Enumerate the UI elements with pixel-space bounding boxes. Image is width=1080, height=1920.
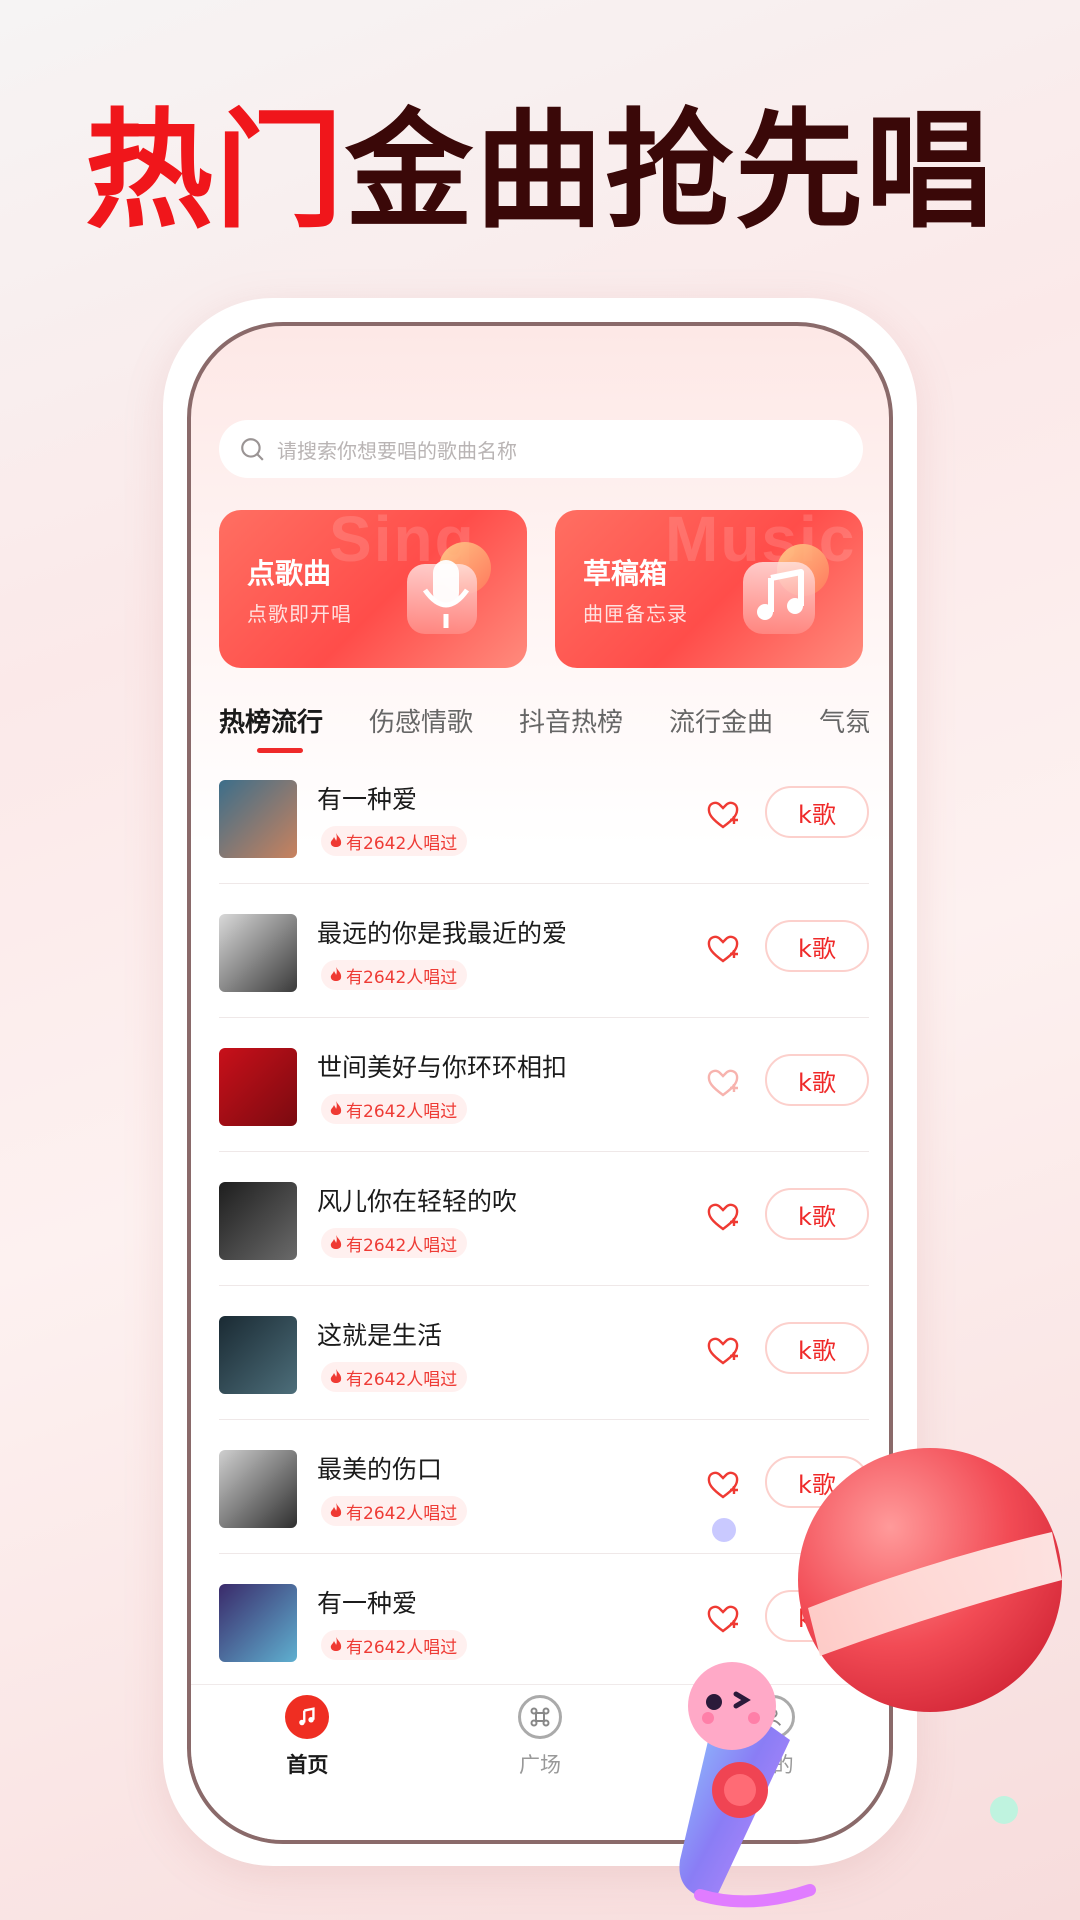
sing-count-text: 有2642人唱过 [346, 1369, 458, 1390]
karaoke-button[interactable]: k歌 [765, 1054, 869, 1106]
song-row[interactable]: 世间美好与你环环相扣 有2642人唱过 k歌 [219, 1018, 869, 1152]
favorite-heart-icon[interactable] [706, 1334, 740, 1368]
song-title: 最远的你是我最近的爱 [317, 919, 568, 948]
fire-icon [330, 833, 342, 847]
fire-icon [330, 1369, 342, 1383]
karaoke-button[interactable]: k歌 [765, 786, 869, 838]
sing-count-badge: 有2642人唱过 [321, 960, 468, 990]
album-cover [219, 1584, 297, 1662]
nav-label: 广场 [519, 1753, 561, 1777]
sing-count-badge: 有2642人唱过 [321, 1094, 468, 1124]
search-placeholder: 请搜索你想要唱的歌曲名称 [277, 438, 517, 463]
album-cover [219, 1450, 297, 1528]
song-title: 世间美好与你环环相扣 [317, 1053, 568, 1082]
fire-icon [330, 1235, 342, 1249]
sing-count-badge: 有2642人唱过 [321, 1496, 468, 1526]
song-row[interactable]: 这就是生活 有2642人唱过 k歌 [219, 1286, 869, 1420]
song-row[interactable]: 最远的你是我最近的爱 有2642人唱过 k歌 [219, 884, 869, 1018]
favorite-heart-icon[interactable] [706, 1200, 740, 1234]
sing-count-text: 有2642人唱过 [346, 1235, 458, 1256]
promo-headline: 热门金曲抢先唱 [0, 108, 1080, 236]
bubble-decoration [712, 1518, 736, 1542]
bubble-decoration [990, 1796, 1018, 1824]
music-note-icon [285, 1695, 330, 1739]
nav-home[interactable]: 首页 [191, 1685, 424, 1840]
sing-count-text: 有2642人唱过 [346, 967, 458, 988]
search-input[interactable]: 请搜索你想要唱的歌曲名称 [219, 420, 863, 478]
sing-count-text: 有2642人唱过 [346, 1637, 458, 1658]
song-title: 最美的伤口 [317, 1455, 443, 1484]
sing-count-text: 有2642人唱过 [346, 1503, 458, 1524]
microphone-icon [407, 542, 491, 634]
headline-rest: 金曲抢先唱 [345, 97, 996, 246]
album-cover [219, 1182, 297, 1260]
song-title: 有一种爱 [317, 1589, 418, 1618]
album-cover [219, 1316, 297, 1394]
fire-icon [330, 1101, 342, 1115]
card-title: 点歌曲 [247, 557, 332, 590]
face-bubble-icon [688, 1662, 776, 1750]
song-title: 这就是生活 [317, 1321, 443, 1350]
fire-icon [330, 1503, 342, 1517]
sing-count-badge: 有2642人唱过 [321, 1362, 468, 1392]
song-row[interactable]: 风儿你在轻轻的吹 有2642人唱过 k歌 [219, 1152, 869, 1286]
drafts-card[interactable]: Music 草稿箱 曲匣备忘录 [555, 510, 863, 668]
sing-count-badge: 有2642人唱过 [321, 826, 468, 856]
karaoke-button[interactable]: k歌 [765, 920, 869, 972]
card-subtitle: 曲匣备忘录 [583, 602, 688, 626]
nav-label: 首页 [286, 1753, 329, 1777]
command-icon [518, 1695, 562, 1739]
music-box-icon [743, 544, 829, 634]
sing-count-badge: 有2642人唱过 [321, 1228, 468, 1258]
karaoke-button[interactable]: k歌 [765, 1322, 869, 1374]
sing-count-badge: 有2642人唱过 [321, 1630, 468, 1660]
album-cover [219, 780, 297, 858]
search-icon [241, 438, 264, 461]
card-title: 草稿箱 [583, 557, 668, 590]
card-subtitle: 点歌即开唱 [247, 602, 352, 626]
karaoke-button[interactable]: k歌 [765, 1188, 869, 1240]
album-cover [219, 1048, 297, 1126]
sing-card[interactable]: Sing 点歌曲 点歌即开唱 [219, 510, 527, 668]
sing-count-text: 有2642人唱过 [346, 833, 458, 854]
nav-square[interactable]: 广场 [424, 1685, 657, 1840]
favorite-heart-icon[interactable] [706, 1066, 740, 1100]
song-title: 风儿你在轻轻的吹 [317, 1187, 518, 1216]
song-title: 有一种爱 [317, 785, 418, 814]
song-row[interactable]: 有一种爱 有2642人唱过 k歌 [219, 750, 869, 884]
sing-count-text: 有2642人唱过 [346, 1101, 458, 1122]
fire-icon [330, 1637, 342, 1651]
headline-highlight: 热门 [84, 97, 345, 246]
fire-icon [330, 967, 342, 981]
favorite-heart-icon[interactable] [706, 798, 740, 832]
favorite-heart-icon[interactable] [706, 932, 740, 966]
album-cover [219, 914, 297, 992]
